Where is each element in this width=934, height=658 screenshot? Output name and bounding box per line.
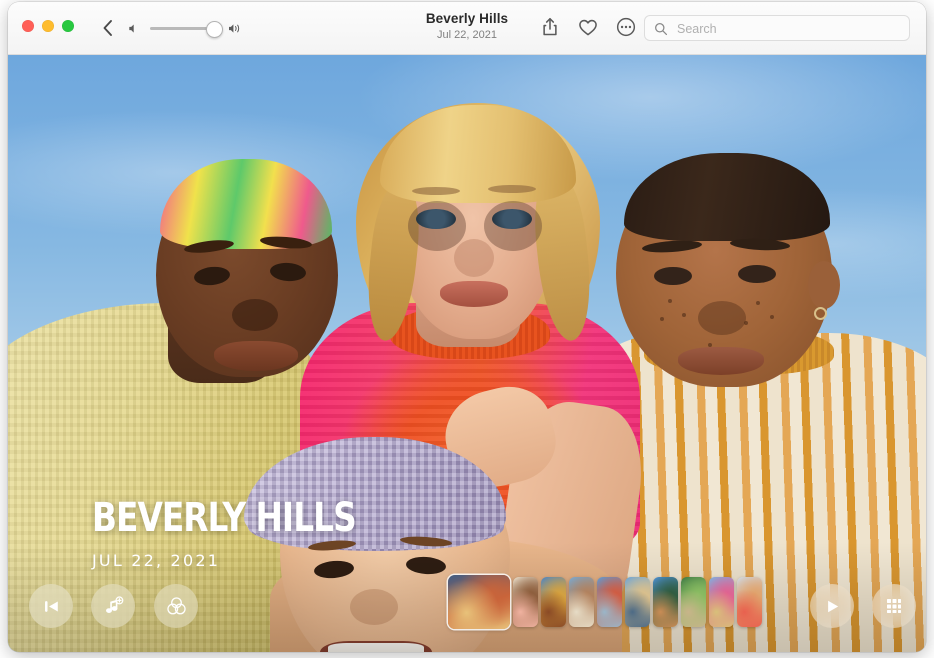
- person-right-ear: [808, 261, 840, 309]
- memory-title: BEVERLY HILLS: [92, 497, 356, 539]
- filmstrip-thumbnail[interactable]: [448, 575, 510, 629]
- thumbnail-image: [448, 575, 510, 629]
- freckle: [668, 299, 672, 303]
- thumbnail-image: [681, 577, 706, 627]
- filmstrip-thumbnail[interactable]: [569, 577, 594, 627]
- play-icon: [823, 597, 842, 616]
- memory-filmstrip[interactable]: [448, 574, 762, 630]
- memory-look-button[interactable]: [154, 584, 198, 628]
- search-field[interactable]: [644, 15, 910, 41]
- ellipsis-circle-icon: [615, 16, 637, 38]
- speaker-high-icon: [228, 21, 243, 36]
- person-left-nose: [232, 299, 278, 331]
- back-button[interactable]: [96, 16, 120, 40]
- person-front-nose: [350, 589, 398, 625]
- window-toolbar: Beverly Hills Jul 22, 2021: [8, 2, 926, 55]
- filmstrip-thumbnail[interactable]: [597, 577, 622, 627]
- search-input[interactable]: [675, 16, 907, 42]
- memory-photo-canvas[interactable]: BEVERLY HILLS JUL 22, 2021: [8, 55, 926, 652]
- freckle: [660, 317, 664, 321]
- freckle: [756, 301, 760, 305]
- filmstrip-thumbnail[interactable]: [737, 577, 762, 627]
- share-icon: [539, 16, 561, 38]
- search-icon: [654, 22, 668, 36]
- memory-title-overlay: BEVERLY HILLS JUL 22, 2021: [92, 497, 414, 570]
- person-front-teeth: [328, 643, 424, 652]
- person-middle-brow-right: [488, 185, 536, 193]
- filmstrip-thumbnail[interactable]: [709, 577, 734, 627]
- grid-view-button[interactable]: [872, 584, 916, 628]
- skip-back-icon: [42, 597, 61, 616]
- music-note-plus-icon: [103, 596, 124, 617]
- person-right-lips: [678, 347, 764, 375]
- thumbnail-image: [541, 577, 566, 627]
- person-right-earring: [814, 307, 827, 320]
- favorite-button[interactable]: [577, 16, 603, 42]
- add-music-button[interactable]: [91, 584, 135, 628]
- volume-knob[interactable]: [206, 21, 223, 38]
- person-middle-brow-left: [412, 187, 460, 195]
- person-middle-eye-right: [492, 209, 532, 229]
- thumbnail-image: [709, 577, 734, 627]
- volume-slider-group[interactable]: [128, 18, 246, 38]
- thumbnail-image: [653, 577, 678, 627]
- thumbnail-image: [737, 577, 762, 627]
- person-middle-eye-left: [416, 209, 456, 229]
- person-left-lips: [214, 341, 298, 371]
- thumbnail-image: [569, 577, 594, 627]
- photos-memory-window: Beverly Hills Jul 22, 2021: [8, 2, 926, 652]
- speaker-low-icon: [128, 22, 141, 35]
- heart-icon: [577, 16, 599, 38]
- filmstrip-thumbnail[interactable]: [541, 577, 566, 627]
- thumbnail-image: [625, 577, 650, 627]
- memory-date: JUL 22, 2021: [92, 551, 414, 570]
- freckle: [770, 315, 774, 319]
- maximize-window-button[interactable]: [62, 20, 74, 32]
- filmstrip-thumbnail[interactable]: [513, 577, 538, 627]
- play-button[interactable]: [810, 584, 854, 628]
- close-window-button[interactable]: [22, 20, 34, 32]
- freckle: [744, 321, 748, 325]
- chevron-left-icon: [96, 16, 120, 40]
- filmstrip-thumbnail[interactable]: [653, 577, 678, 627]
- minimize-window-button[interactable]: [42, 20, 54, 32]
- person-right-eye-right: [738, 265, 776, 283]
- person-right-eye-left: [654, 267, 692, 285]
- person-middle-nose: [454, 239, 494, 277]
- freckle: [708, 343, 712, 347]
- grid-icon: [885, 597, 903, 615]
- filmstrip-thumbnail[interactable]: [625, 577, 650, 627]
- filmstrip-thumbnail[interactable]: [681, 577, 706, 627]
- share-button[interactable]: [539, 16, 565, 42]
- three-circles-icon: [165, 595, 188, 618]
- thumbnail-image: [513, 577, 538, 627]
- more-options-button[interactable]: [615, 16, 641, 42]
- thumbnail-image: [597, 577, 622, 627]
- previous-memory-button[interactable]: [29, 584, 73, 628]
- person-right-nose: [698, 301, 746, 335]
- freckle: [682, 313, 686, 317]
- person-middle-lips: [440, 281, 508, 307]
